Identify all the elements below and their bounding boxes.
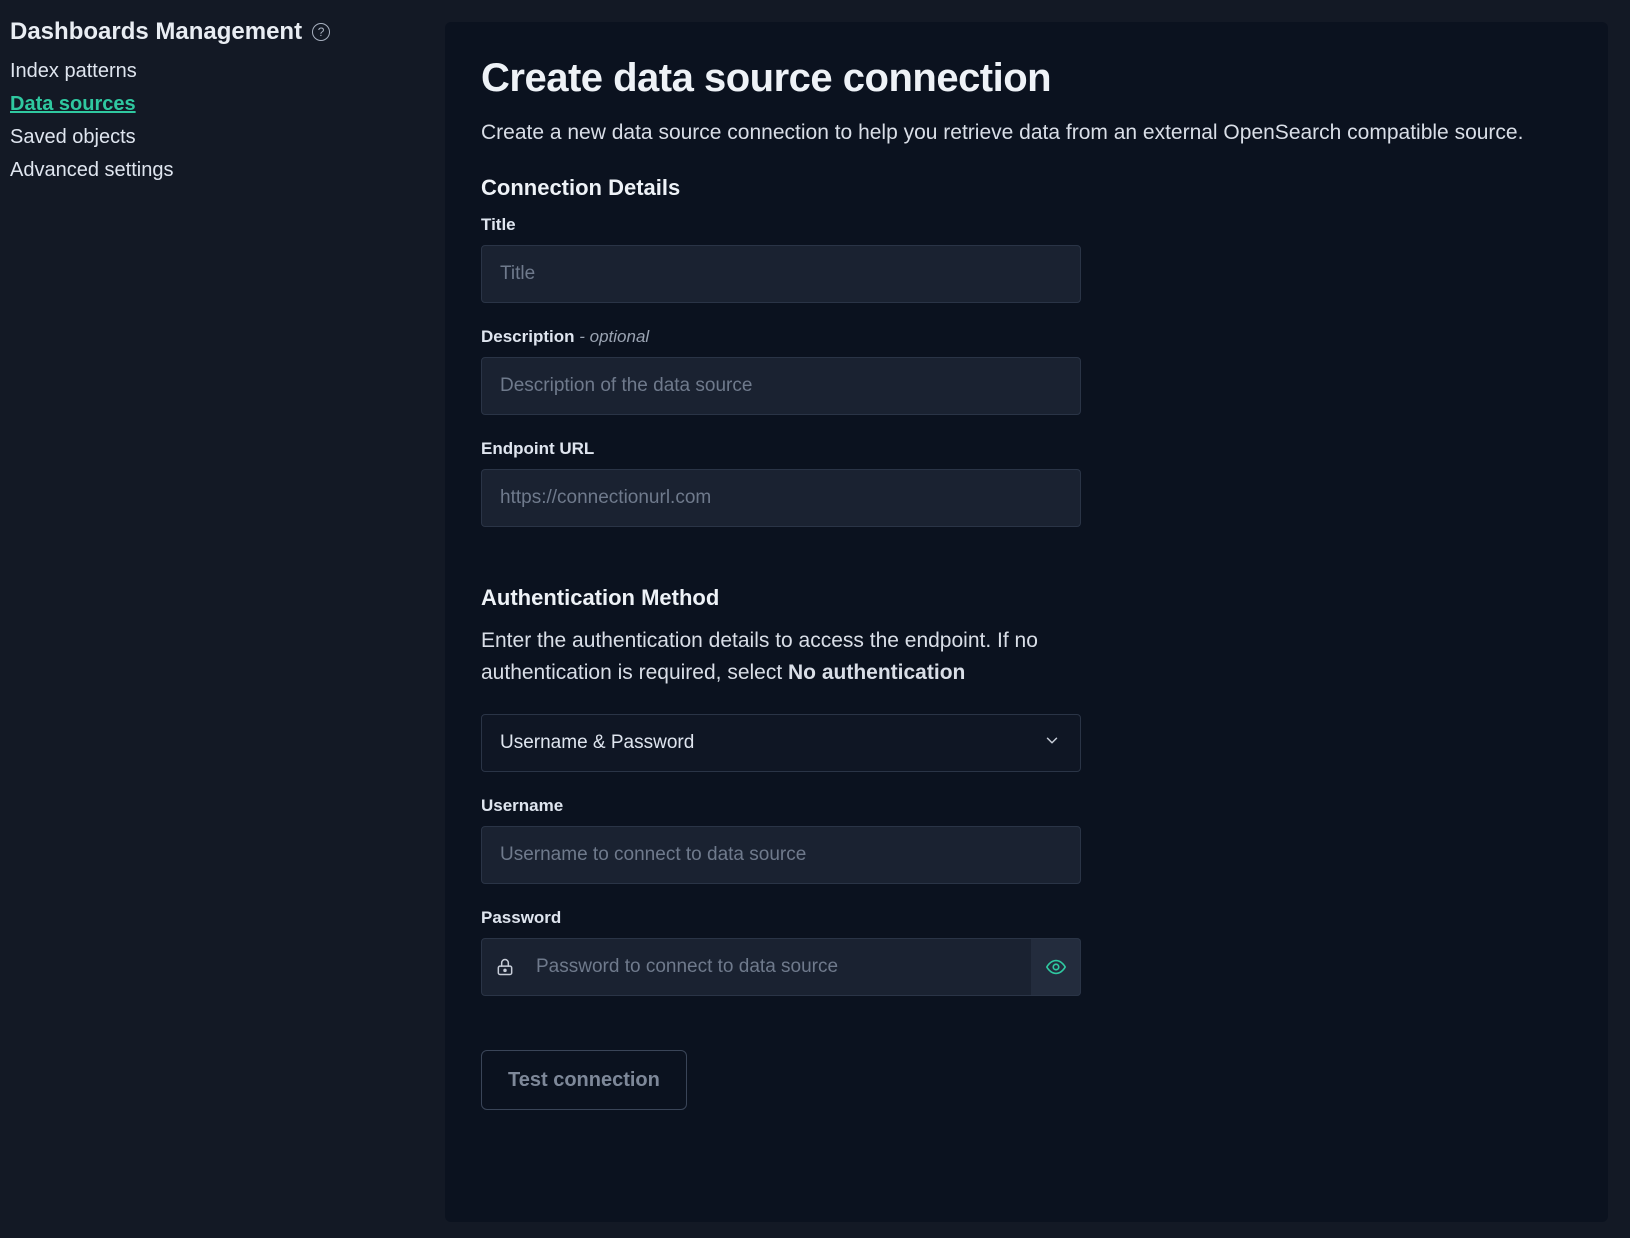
- auth-description: Enter the authentication details to acce…: [481, 625, 1081, 688]
- eye-icon: [1045, 956, 1067, 978]
- description-optional: - optional: [575, 327, 650, 346]
- sidebar-header: Dashboards Management ?: [10, 18, 435, 46]
- password-label: Password: [481, 908, 1572, 928]
- title-input[interactable]: [481, 245, 1081, 303]
- description-label-text: Description: [481, 327, 575, 346]
- main: Create data source connection Create a n…: [445, 0, 1630, 1238]
- sidebar: Dashboards Management ? Index patterns D…: [0, 0, 445, 1238]
- description-input[interactable]: [481, 357, 1081, 415]
- password-input[interactable]: [481, 938, 1081, 996]
- sidebar-item-index-patterns[interactable]: Index patterns: [10, 60, 435, 83]
- panel: Create data source connection Create a n…: [445, 22, 1608, 1222]
- description-label: Description - optional: [481, 327, 1572, 347]
- username-input[interactable]: [481, 826, 1081, 884]
- connection-details-title: Connection Details: [481, 175, 1572, 201]
- sidebar-item-saved-objects[interactable]: Saved objects: [10, 126, 435, 149]
- test-connection-button[interactable]: Test connection: [481, 1050, 687, 1110]
- auth-method-selected: Username & Password: [500, 732, 694, 754]
- description-row: Description - optional: [481, 327, 1572, 415]
- title-label: Title: [481, 215, 1572, 235]
- help-icon[interactable]: ?: [312, 23, 330, 41]
- page-subtitle: Create a new data source connection to h…: [481, 121, 1572, 145]
- title-row: Title: [481, 215, 1572, 303]
- endpoint-row: Endpoint URL: [481, 439, 1572, 527]
- lock-icon: [495, 957, 515, 977]
- username-label: Username: [481, 796, 1572, 816]
- password-row: Password: [481, 908, 1572, 996]
- page-title: Create data source connection: [481, 56, 1572, 101]
- toggle-password-visibility-button[interactable]: [1031, 938, 1081, 996]
- sidebar-title: Dashboards Management: [10, 18, 302, 46]
- sidebar-nav: Index patterns Data sources Saved object…: [10, 60, 435, 182]
- endpoint-input[interactable]: [481, 469, 1081, 527]
- sidebar-item-data-sources[interactable]: Data sources: [10, 93, 435, 116]
- endpoint-label: Endpoint URL: [481, 439, 1572, 459]
- auth-method-select[interactable]: Username & Password: [481, 714, 1081, 772]
- auth-method-title: Authentication Method: [481, 585, 1572, 611]
- username-row: Username: [481, 796, 1572, 884]
- auth-desc-bold: No authentication: [788, 661, 965, 684]
- sidebar-item-advanced-settings[interactable]: Advanced settings: [10, 159, 435, 182]
- auth-method-row: Username & Password: [481, 714, 1572, 772]
